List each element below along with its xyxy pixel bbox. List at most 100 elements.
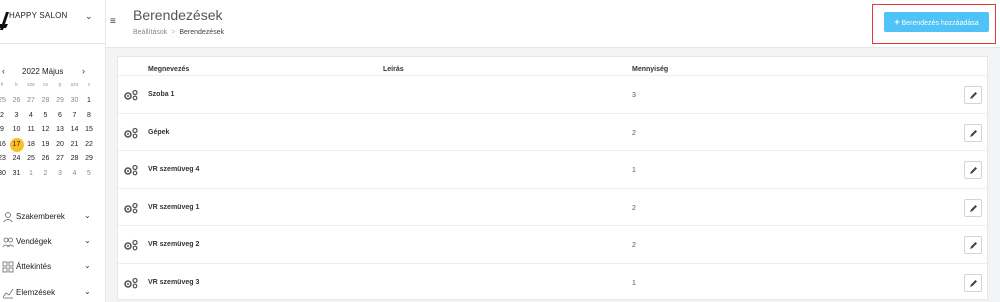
nav-label: Szakemberek [16, 212, 65, 221]
breadcrumb-separator-icon: > [171, 29, 176, 36]
calendar-day[interactable]: 15 [82, 123, 96, 137]
calendar-day[interactable]: 30 [68, 94, 82, 108]
calendar-day[interactable]: 17 [9, 137, 24, 152]
calendar-day[interactable]: 23 [0, 152, 9, 166]
edit-button[interactable] [964, 161, 982, 179]
calendar-day[interactable]: 26 [39, 152, 53, 166]
chevron-left-icon[interactable]: ‹ [2, 66, 5, 76]
calendar-weekday: sze [27, 82, 35, 88]
chevron-down-icon[interactable]: ⌄ [84, 261, 91, 270]
calendar-day[interactable]: 2 [39, 167, 53, 181]
calendar-month: 2022 Május [22, 67, 64, 76]
table-row[interactable]: VR szemüveg 1 2 [118, 187, 989, 225]
row-quantity: 2 [632, 204, 636, 212]
brand-switcher[interactable]: HAPPY SALON ⌄ [0, 0, 105, 44]
row-quantity: 1 [632, 279, 636, 287]
calendar-day[interactable]: 18 [24, 138, 38, 152]
grid-icon [2, 261, 14, 273]
pencil-icon [970, 242, 977, 249]
calendar-day[interactable]: 27 [53, 152, 67, 166]
pencil-icon [970, 167, 977, 174]
pencil-icon [970, 92, 977, 99]
nav-item-vendegek[interactable]: Vendégek ⌄ [0, 232, 105, 252]
row-name: VR szemüveg 3 [148, 278, 200, 286]
calendar-day[interactable]: 25 [24, 152, 38, 166]
chevron-down-icon[interactable]: ⌄ [84, 287, 91, 296]
calendar-day[interactable]: 10 [10, 123, 24, 137]
calendar-day[interactable]: 2 [0, 109, 9, 123]
calendar-day[interactable]: 6 [53, 109, 67, 123]
table-row[interactable]: Gépek 2 [118, 112, 989, 150]
user-icon [3, 212, 13, 223]
calendar-day[interactable]: 30 [0, 167, 9, 181]
calendar-day[interactable]: 3 [10, 109, 24, 123]
calendar-day[interactable]: 4 [68, 167, 82, 181]
calendar-day[interactable]: 28 [39, 94, 53, 108]
column-header-description: Leírás [383, 66, 404, 73]
edit-button[interactable] [964, 236, 982, 254]
calendar-day[interactable]: 13 [53, 123, 67, 137]
pencil-icon [970, 129, 977, 137]
calendar-day[interactable]: 21 [68, 138, 82, 152]
gears-icon [124, 89, 138, 101]
row-quantity: 2 [632, 129, 636, 137]
calendar-day[interactable]: 19 [39, 138, 53, 152]
calendar-day[interactable]: 3 [53, 167, 67, 181]
row-name: VR szemüveg 4 [148, 166, 200, 173]
nav-label: Vendégek [16, 237, 52, 246]
calendar-weekday: cs [43, 82, 48, 88]
edit-button[interactable] [964, 273, 982, 292]
table-row[interactable]: VR szemüveg 4 1 [118, 150, 989, 187]
calendar-day[interactable]: 22 [82, 138, 96, 152]
calendar-day[interactable]: 8 [82, 109, 96, 123]
calendar-weekday: p [58, 82, 62, 88]
chevron-down-icon[interactable]: ⌄ [84, 211, 91, 220]
nav-item-szakemberek[interactable]: Szakemberek ⌄ [0, 207, 105, 227]
equipment-table: Megnevezés Leírás Mennyiség Szoba 1 3 Gépe… [117, 56, 989, 300]
row-quantity: 3 [632, 92, 636, 99]
calendar-day[interactable]: 16 [0, 138, 9, 152]
edit-button[interactable] [964, 86, 982, 104]
edit-button[interactable] [964, 123, 982, 142]
row-name: Gépek [148, 128, 170, 136]
calendar-day[interactable]: 25 [0, 94, 9, 108]
calendar-day[interactable]: 9 [0, 123, 9, 137]
calendar-day[interactable]: 28 [68, 152, 82, 166]
calendar-day[interactable]: 31 [10, 167, 24, 181]
calendar-day[interactable]: 11 [24, 123, 38, 137]
calendar-day[interactable]: 4 [24, 109, 38, 123]
row-name: Szoba 1 [148, 91, 175, 98]
calendar-day[interactable]: 7 [68, 109, 82, 123]
nav-item-elemzesek[interactable]: Elemzések ⌄ [0, 283, 105, 302]
hamburger-icon[interactable]: ≡ [110, 16, 116, 27]
breadcrumb-link[interactable]: Beállítások [133, 29, 167, 36]
calendar-day[interactable]: 5 [39, 109, 53, 123]
calendar-day[interactable]: 27 [24, 94, 38, 108]
calendar-day[interactable]: 29 [82, 152, 96, 166]
calendar-day[interactable]: 1 [24, 167, 38, 181]
row-quantity: 1 [632, 167, 636, 174]
plus-icon: + [894, 17, 900, 27]
chevron-down-icon[interactable]: ⌄ [85, 11, 93, 22]
table-row[interactable]: Szoba 1 3 [118, 75, 989, 112]
breadcrumb: Beállítások > Berendezések [133, 29, 224, 36]
calendar-day[interactable]: 1 [82, 94, 96, 108]
calendar-day[interactable]: 12 [39, 123, 53, 137]
table-row[interactable]: VR szemüveg 2 2 [118, 225, 989, 262]
calendar-day[interactable]: 29 [53, 94, 67, 108]
edit-button[interactable] [964, 198, 982, 217]
table-row[interactable]: VR szemüveg 3 1 [118, 262, 989, 300]
calendar-day[interactable]: 14 [68, 123, 82, 137]
calendar-day[interactable]: 24 [10, 152, 24, 166]
calendar-day[interactable]: 26 [10, 94, 24, 108]
calendar-day[interactable]: 5 [82, 167, 96, 181]
row-quantity: 2 [632, 242, 636, 249]
chevron-right-icon[interactable]: › [82, 66, 85, 76]
pencil-icon [970, 204, 977, 212]
chevron-down-icon[interactable]: ⌄ [84, 236, 91, 245]
nav-item-attekintes[interactable]: Áttekintés ⌄ [0, 257, 105, 277]
gears-icon [124, 164, 138, 176]
nav-label: Elemzések [16, 288, 56, 297]
add-equipment-button[interactable]: + Berendezés hozzáadása [884, 12, 989, 32]
calendar-day[interactable]: 20 [53, 138, 67, 152]
